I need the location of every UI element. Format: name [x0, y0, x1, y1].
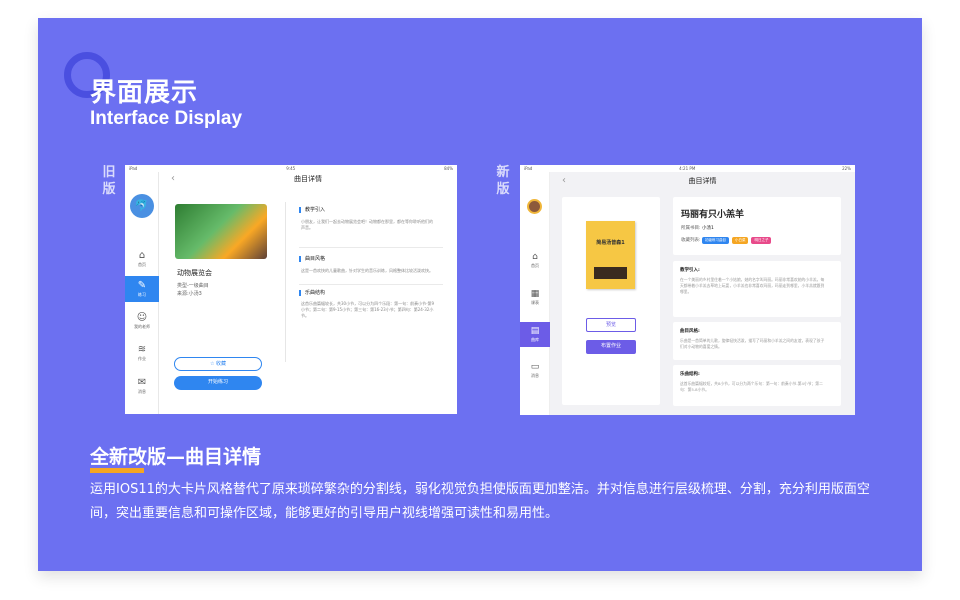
new-status-carrier: iPad	[524, 166, 533, 171]
old-nav-teacher[interactable]: ☺ 我的老师	[125, 312, 159, 330]
home-icon: ⌂	[138, 250, 146, 261]
old-section-heading: 曲目风格	[299, 256, 325, 262]
style-heading: 曲目风格:	[680, 329, 700, 334]
old-collect-label: 收藏	[216, 361, 227, 367]
old-section-text: 小朋友，让我们一起去动物展览会吧！动物都在那里，都在等你聆听他们的声音。	[301, 219, 433, 230]
caption-title: 全新改版—曲目详情	[90, 446, 262, 468]
style-text: 乐曲是一首简单的儿歌，旋律轻快活泼，描写了玛丽和小羊羔之间的友谊，表现了孩子们对…	[680, 338, 825, 349]
intro-heading: 教学引入:	[680, 268, 700, 273]
book-cover: 简易汤普森1	[586, 221, 635, 289]
song-title: 玛丽有只小羔羊	[681, 210, 745, 220]
edit-icon: ✎	[137, 280, 147, 291]
new-nav-message[interactable]: ▭ 消息	[520, 362, 550, 379]
new-nav-library[interactable]: ▤ 曲库	[520, 322, 550, 347]
old-song-name: 动物展览会	[177, 269, 212, 277]
collection-label: 收藏列表:	[681, 238, 701, 243]
tag[interactable]: 明日之子	[751, 237, 772, 244]
new-status-time: 4:21 PM	[679, 166, 696, 171]
caption-body: 运用IOS11的大卡片风格替代了原来琐碎繁杂的分割线，弱化视觉负担使版面更加整洁…	[90, 482, 870, 521]
old-status-carrier: iPad	[129, 166, 138, 171]
avatar[interactable]	[527, 199, 542, 214]
old-ui-screenshot: iPad 9:45 84% 🐬 ⌂ 首页 ✎ 练习 ☺ 我的老师 ≋ 作业 ✉ 消息 ‹ …	[125, 165, 457, 414]
old-nav-title: 曲目详情	[294, 175, 322, 183]
old-nav-practice[interactable]: ✎ 练习	[125, 276, 159, 302]
old-song-type: 类型-一级曲目	[177, 283, 209, 289]
intro-card: 教学引入: 在一个美丽的乡村里住着一个小姑娘，她的名字叫玛丽。玛丽非常喜欢她的小…	[673, 261, 841, 317]
piano-illustration	[594, 267, 627, 279]
old-status-time: 9:45	[286, 166, 296, 171]
structure-heading: 乐曲结构:	[680, 372, 700, 377]
old-nav-home[interactable]: ⌂ 首页	[125, 250, 159, 268]
tag[interactable]: 小白菜	[731, 237, 749, 244]
old-status-battery: 84%	[444, 166, 453, 171]
old-separator	[299, 247, 443, 248]
new-nav-home[interactable]: ⌂ 首页	[520, 252, 550, 269]
new-main-area: ‹ 曲目详情 简易汤普森1 预览 布置作业 玛丽有只小羔羊 所属书目: 小汤1 …	[550, 172, 855, 415]
new-ui-screenshot: iPad 4:21 PM 22% ⌂ 首页 ▦ 课表 ▤ 曲库 ▭ 消息 ‹ 曲目详情 …	[520, 165, 855, 415]
old-practice-button[interactable]: 开始练习	[174, 376, 262, 390]
presentation-panel: 界面展示 Interface Display 旧版 新版 iPad 9:45 8…	[38, 18, 922, 571]
old-vertical-divider	[285, 202, 286, 362]
page-title: 界面展示	[90, 78, 199, 108]
new-nav-home-label: 首页	[531, 263, 539, 268]
new-version-label: 新版	[496, 165, 510, 197]
mail-icon: ✉	[137, 377, 147, 388]
dolphin-logo-icon: 🐬	[129, 194, 154, 218]
structure-card: 乐曲结构: 这首乐曲篇幅较短，共8小节，可以分为两个乐句：第一句：前奏小节-第4…	[673, 365, 841, 406]
assign-homework-button[interactable]: 布置作业	[586, 340, 636, 354]
old-nav-homework[interactable]: ≋ 作业	[125, 344, 159, 362]
new-nav-schedule-label: 课表	[531, 300, 539, 305]
book-cover-title: 简易汤普森1	[596, 240, 625, 246]
new-status-battery: 22%	[842, 166, 851, 171]
back-chevron-icon[interactable]: ‹	[171, 172, 175, 186]
book-meta-label: 所属书目:	[681, 226, 701, 231]
old-nav-teacher-label: 我的老师	[134, 324, 150, 329]
library-icon: ▤	[530, 326, 540, 336]
back-chevron-icon[interactable]: ‹	[562, 172, 566, 190]
new-navbar: ‹ 曲目详情	[550, 172, 855, 188]
new-status-bar: iPad 4:21 PM 22%	[520, 165, 855, 172]
old-nav-practice-label: 练习	[138, 292, 146, 297]
old-collect-button[interactable]: ☆ 收藏	[174, 357, 262, 371]
caption-title-wrap: 全新改版—曲目详情	[90, 442, 261, 469]
old-version-label: 旧版	[102, 165, 116, 197]
message-icon: ▭	[530, 362, 540, 372]
calendar-icon: ▦	[530, 289, 540, 299]
old-section-text: 这是一首欢快的儿童歌曲，针对学生的音乐训练，风格整体比较活泼欢快。	[301, 268, 433, 273]
new-nav-message-label: 消息	[531, 373, 539, 378]
old-nav-message[interactable]: ✉ 消息	[125, 377, 159, 395]
old-status-bar: iPad 9:45 84%	[125, 165, 457, 172]
layers-icon: ≋	[137, 344, 147, 355]
old-separator	[299, 284, 443, 285]
old-nav-homework-label: 作业	[138, 356, 146, 361]
book-meta-value: 小汤1	[701, 226, 714, 231]
old-song-source: 来源:小汤3	[177, 291, 202, 297]
old-sidebar: 🐬 ⌂ 首页 ✎ 练习 ☺ 我的老师 ≋ 作业 ✉ 消息	[125, 172, 159, 414]
intro-text: 在一个美丽的乡村里住着一个小姑娘，她的名字叫玛丽。玛丽非常喜欢她的小羊羔，每天都…	[680, 277, 825, 294]
book-meta: 所属书目: 小汤1	[681, 225, 714, 231]
song-cover-image	[175, 204, 267, 259]
page-subtitle: Interface Display	[90, 108, 243, 129]
teacher-icon: ☺	[136, 312, 148, 323]
old-content: ‹ 曲目详情 动物展览会 类型-一级曲目 来源:小汤3 ☆ 收藏 开始练习 教学…	[159, 172, 457, 414]
style-card: 曲目风格: 乐曲是一首简单的儿歌，旋律轻快活泼，描写了玛丽和小羊羔之间的友谊，表…	[673, 322, 841, 360]
old-nav-message-label: 消息	[138, 389, 146, 394]
old-section-heading: 乐曲结构	[299, 290, 325, 296]
new-sidebar: ⌂ 首页 ▦ 课表 ▤ 曲库 ▭ 消息	[520, 172, 550, 415]
old-nav-home-label: 首页	[138, 262, 146, 267]
new-nav-schedule[interactable]: ▦ 课表	[520, 289, 550, 306]
old-section-heading: 教学引入	[299, 207, 325, 213]
song-info-card: 玛丽有只小羔羊 所属书目: 小汤1 收藏列表: 初级练习曲目 小白菜 明日之子	[673, 197, 841, 255]
old-section-text: 这首乐曲篇幅较长，共30小节，可以分为四个乐段：第一句：前奏小节-第9小节；第二…	[301, 301, 435, 318]
old-navbar: ‹ 曲目详情	[159, 172, 457, 186]
home-icon: ⌂	[532, 252, 538, 262]
tag[interactable]: 初级练习曲目	[701, 237, 729, 244]
new-nav-library-label: 曲库	[531, 337, 539, 342]
cover-card: 简易汤普森1 预览 布置作业	[562, 197, 660, 405]
structure-text: 这首乐曲篇幅较短，共8小节，可以分为两个乐句：第一句：前奏小节-第4小节；第二句…	[680, 381, 823, 392]
preview-button[interactable]: 预览	[586, 318, 636, 332]
collection-list: 收藏列表: 初级练习曲目 小白菜 明日之子	[681, 237, 774, 244]
new-nav-title: 曲目详情	[688, 177, 717, 185]
